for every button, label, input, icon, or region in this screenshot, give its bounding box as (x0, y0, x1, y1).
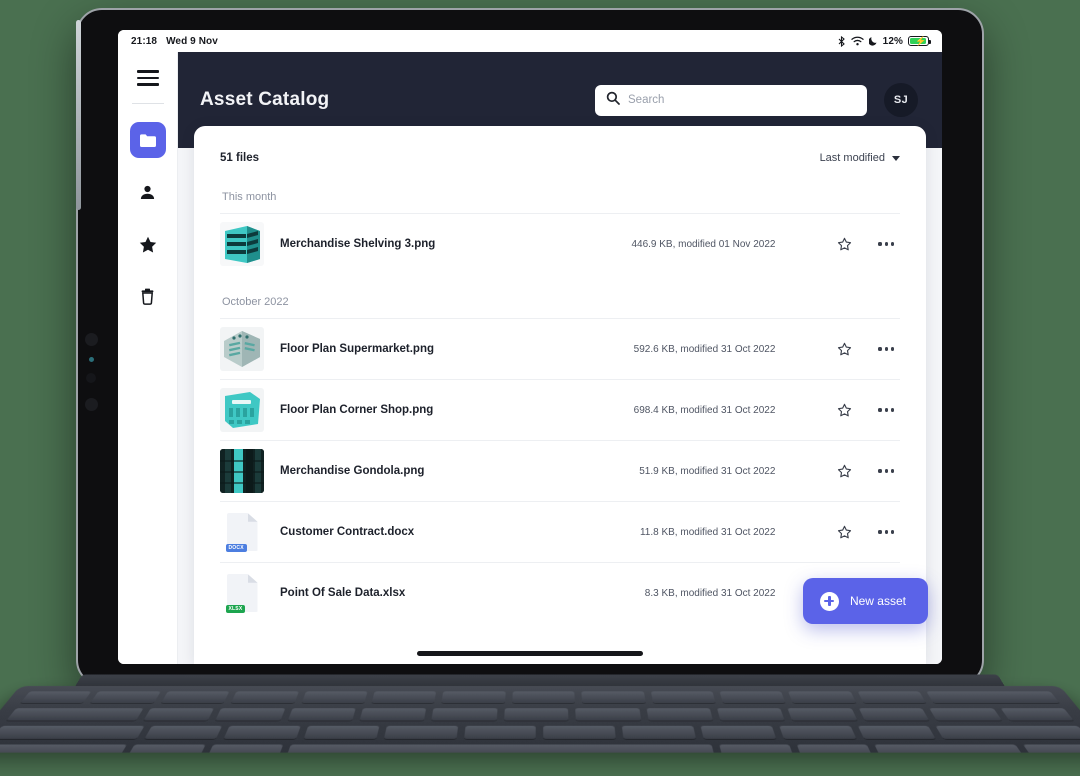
file-meta: 592.6 KB, modified 31 Oct 2022 (633, 343, 776, 355)
star-outline-icon[interactable] (837, 525, 852, 540)
file-name: Merchandise Shelving 3.png (280, 238, 436, 250)
table-row[interactable]: XLSX Point Of Sale Data.xlsx 8.3 KB, modif… (220, 562, 900, 623)
file-thumbnail (220, 388, 264, 432)
sidebar-divider (131, 103, 164, 104)
bluetooth-icon (837, 35, 846, 47)
device-edge-highlight (76, 20, 81, 210)
file-thumbnail: XLSX (220, 571, 264, 615)
section-header: This month (222, 191, 277, 203)
file-thumbnail: DOCX (220, 510, 264, 554)
file-name: Floor Plan Corner Shop.png (280, 404, 434, 416)
status-bar-date: Wed 9 Nov (166, 35, 218, 47)
star-icon (139, 236, 156, 252)
row-actions (837, 525, 900, 540)
star-outline-icon[interactable] (837, 342, 852, 357)
file-thumbnail (220, 222, 264, 266)
row-actions (837, 464, 900, 479)
home-indicator[interactable] (417, 651, 643, 656)
battery-percent-label: 12% (882, 35, 903, 47)
battery-charging-icon: ⚡ (908, 36, 932, 46)
more-options-icon[interactable] (878, 408, 894, 412)
star-outline-icon[interactable] (837, 464, 852, 479)
row-actions (837, 342, 900, 357)
more-options-icon[interactable] (878, 530, 894, 534)
do-not-disturb-icon (868, 36, 878, 46)
page-title: Asset Catalog (200, 89, 330, 110)
star-outline-icon[interactable] (837, 403, 852, 418)
camera-dot (85, 333, 98, 346)
search-icon (606, 91, 620, 110)
file-meta: 446.9 KB, modified 01 Nov 2022 (631, 238, 776, 250)
keyboard-row (20, 691, 1060, 704)
table-row[interactable]: Merchandise Gondola.png 51.9 KB, modified… (220, 440, 900, 501)
section-header: October 2022 (222, 296, 289, 308)
search-input[interactable] (628, 94, 856, 106)
file-meta: 51.9 KB, modified 31 Oct 2022 (639, 465, 776, 477)
file-count-label: 51 files (220, 152, 259, 164)
file-name: Floor Plan Supermarket.png (280, 343, 434, 355)
file-meta: 11.8 KB, modified 31 Oct 2022 (639, 526, 776, 538)
hamburger-menu-icon[interactable] (136, 70, 159, 86)
keyboard-row (6, 708, 1074, 721)
avatar[interactable]: SJ (884, 83, 918, 117)
new-asset-label: New asset (849, 594, 906, 608)
status-bar-time: 21:18 (131, 35, 158, 47)
card-toolbar: 51 files Last modified (194, 126, 926, 164)
camera-dot-secondary (85, 398, 98, 411)
row-actions (837, 403, 900, 418)
plus-circle-icon (819, 591, 839, 611)
sidebar-item-people[interactable] (130, 174, 166, 210)
sort-dropdown[interactable]: Last modified (820, 152, 900, 164)
more-options-icon[interactable] (878, 347, 894, 351)
folder-icon (139, 133, 156, 147)
sidebar (118, 52, 178, 664)
file-meta: 8.3 KB, modified 31 Oct 2022 (644, 587, 776, 599)
table-row[interactable]: Merchandise Shelving 3.png 446.9 KB, modi… (220, 213, 900, 274)
keyboard-deck (0, 686, 1080, 753)
table-row[interactable]: Floor Plan Supermarket.png 592.6 KB, modi… (220, 318, 900, 379)
file-name: Customer Contract.docx (280, 526, 415, 538)
document-file-icon: DOCX (225, 513, 258, 552)
avatar-initials: SJ (893, 94, 909, 106)
sidebar-item-trash[interactable] (130, 278, 166, 314)
table-row[interactable]: Floor Plan Corner Shop.png 698.4 KB, modi… (220, 379, 900, 440)
wifi-icon (851, 36, 864, 46)
row-actions (837, 237, 900, 252)
asset-thumbnail (220, 222, 264, 266)
table-row[interactable]: DOCX Customer Contract.docx 11.8 KB, modif… (220, 501, 900, 562)
sidebar-item-folder[interactable] (129, 122, 166, 158)
more-options-icon[interactable] (878, 469, 894, 473)
more-options-icon[interactable] (878, 242, 894, 246)
keyboard-row (0, 725, 1080, 739)
file-thumbnail (220, 327, 264, 371)
document-file-icon: XLSX (225, 574, 258, 613)
star-outline-icon[interactable] (837, 237, 852, 252)
app-content: Asset Catalog SJ (178, 52, 942, 664)
trash-icon (141, 288, 154, 305)
person-icon (140, 185, 155, 199)
sort-label: Last modified (819, 152, 885, 164)
file-meta: 698.4 KB, modified 31 Oct 2022 (633, 404, 776, 416)
keyboard-base (0, 672, 1080, 776)
asset-thumbnail (220, 449, 264, 493)
sidebar-item-starred[interactable] (130, 226, 166, 262)
new-asset-button[interactable]: New asset (802, 578, 928, 624)
chevron-down-icon (892, 155, 900, 161)
file-list: This month Merchandise Shelving 3.png 446.… (194, 191, 926, 623)
keyboard-row (0, 744, 1080, 753)
file-name: Merchandise Gondola.png (280, 465, 425, 477)
tablet-device: 21:18 Wed 9 Nov 12% ⚡ Asset Catalog Sear… (76, 8, 984, 686)
search-box[interactable] (595, 84, 867, 116)
asset-thumbnail (220, 388, 264, 432)
file-name: Point Of Sale Data.xlsx (280, 587, 406, 599)
status-bar: 21:18 Wed 9 Nov 12% ⚡ (118, 30, 942, 52)
sensor-dot (86, 373, 96, 383)
asset-thumbnail (220, 327, 264, 371)
camera-lens (89, 357, 94, 362)
file-thumbnail (220, 449, 264, 493)
tablet-screen: 21:18 Wed 9 Nov 12% ⚡ Asset Catalog Sear… (118, 30, 942, 664)
